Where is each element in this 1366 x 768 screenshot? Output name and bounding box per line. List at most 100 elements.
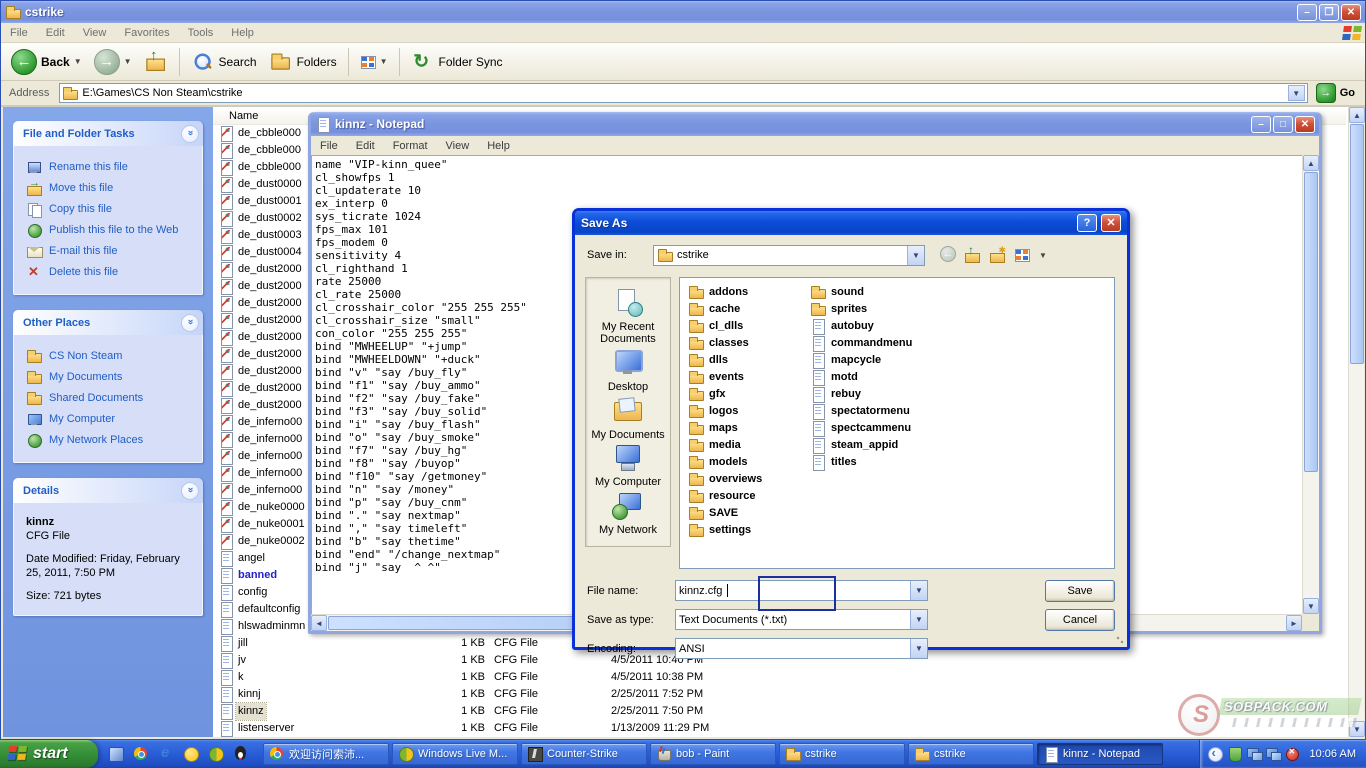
tray-clock[interactable]: 10:06 AM [1310,748,1356,760]
taskbar-button-cstrike[interactable]: cstrike [779,743,905,765]
go-button[interactable]: → Go [1312,83,1363,103]
dialog-file-item[interactable]: titles [810,453,912,470]
scrollbar-thumb[interactable] [1350,124,1364,364]
dialog-titlebar[interactable]: Save As ? ✕ [575,211,1127,235]
combo-dropdown-icon[interactable]: ▼ [910,581,927,600]
dialog-folder-item[interactable]: overviews [688,470,762,487]
resize-grip[interactable] [1112,632,1125,645]
maximize-button[interactable]: □ [1273,116,1293,133]
details-panel-header[interactable]: Details « [13,478,203,503]
encoding-combobox[interactable]: ANSI ▼ [675,638,928,659]
dialog-folder-item[interactable]: settings [688,521,762,538]
save-button[interactable]: Save [1045,580,1115,602]
quicklaunch-wmp-icon[interactable] [108,746,124,762]
dialog-folder-item[interactable]: models [688,453,762,470]
dialog-file-item[interactable]: steam_appid [810,436,912,453]
sidebar-item-cs-non-steam[interactable]: CS Non Steam [26,345,198,366]
view-menu-dropdown-icon[interactable]: ▼ [1039,251,1047,260]
dialog-file-item[interactable]: mapcycle [810,351,912,368]
dialog-file-item[interactable]: autobuy [810,317,912,334]
dialog-file-item[interactable]: spectatormenu [810,402,912,419]
places-panel-header[interactable]: Other Places « [13,310,203,335]
folders-button[interactable]: Folders [265,48,341,76]
address-input[interactable]: E:\Games\CS Non Steam\cstrike ▼ [59,83,1307,103]
sidebar-item-e-mail-this-file[interactable]: E-mail this file [26,240,198,261]
file-row[interactable]: listenserver1 KBCFG File1/13/2009 11:29 … [213,720,1346,737]
dialog-folder-item[interactable]: dlls [688,351,762,368]
notepad-titlebar[interactable]: kinnz - Notepad – □ ✕ [311,112,1319,136]
menu-tools[interactable]: Tools [179,24,223,42]
quicklaunch-ie-icon[interactable] [158,746,174,762]
tray-net-icon[interactable] [1265,746,1281,762]
collapse-chevron-icon[interactable]: « [181,125,199,143]
dialog-folder-item[interactable]: resource [688,487,762,504]
taskbar-button-counter-strike[interactable]: Counter-Strike [521,743,647,765]
file-row[interactable]: kinnj1 KBCFG File2/25/2011 7:52 PM [213,686,1346,703]
view-menu-icon[interactable] [1014,247,1030,263]
dialog-file-item[interactable]: motd [810,368,912,385]
collapse-chevron-icon[interactable]: « [181,482,199,500]
save-as-type-combobox[interactable]: Text Documents (*.txt) ▼ [675,609,928,630]
views-button[interactable]: ▼ [356,52,392,72]
combo-dropdown-icon[interactable]: ▼ [910,639,927,658]
tray-net-icon[interactable] [1246,746,1262,762]
close-button[interactable]: ✕ [1295,116,1315,133]
quicklaunch-qq-icon[interactable] [233,746,249,762]
file-name-input[interactable]: kinnz.cfg ▼ [675,580,928,601]
quicklaunch-chrome-icon[interactable] [133,746,149,762]
combo-dropdown-icon[interactable]: ▼ [910,610,927,629]
dialog-folder-item[interactable]: classes [688,334,762,351]
scroll-right-icon[interactable]: ► [1286,615,1302,631]
help-button[interactable]: ? [1077,214,1097,232]
sidebar-item-delete-this-file[interactable]: Delete this file [26,261,198,282]
scroll-up-icon[interactable]: ▲ [1349,107,1365,123]
scroll-down-icon[interactable]: ▼ [1303,598,1319,614]
dialog-folder-item[interactable]: media [688,436,762,453]
quicklaunch-smiley-icon[interactable] [183,746,199,762]
dialog-folder-item[interactable]: SAVE [688,504,762,521]
scroll-down-icon[interactable]: ▼ [1349,721,1365,737]
sidebar-item-shared-documents[interactable]: Shared Documents [26,387,198,408]
save-in-combobox[interactable]: cstrike ▼ [653,245,925,266]
collapse-chevron-icon[interactable]: « [181,314,199,332]
taskbar-button-kinnz-notepad[interactable]: kinnz - Notepad [1037,743,1163,765]
sidebar-item-my-computer[interactable]: My Computer [26,408,198,429]
minimize-button[interactable]: – [1297,4,1317,21]
dialog-folder-item[interactable]: logos [688,402,762,419]
dialog-folder-item[interactable]: maps [688,419,762,436]
places-bar-item-my-documents[interactable]: My Documents [588,396,668,441]
combo-dropdown-icon[interactable]: ▼ [907,246,924,265]
menu-favorites[interactable]: Favorites [115,24,178,42]
dialog-file-item[interactable]: commandmenu [810,334,912,351]
search-button[interactable]: Search [187,48,261,76]
tasks-panel-header[interactable]: File and Folder Tasks « [13,121,203,146]
menu-file[interactable]: File [311,137,347,155]
menu-file[interactable]: File [1,24,37,42]
menu-view[interactable]: View [74,24,116,42]
explorer-titlebar[interactable]: cstrike – ❐ ✕ [1,1,1365,23]
notepad-vertical-scrollbar[interactable]: ▲ ▼ [1302,155,1319,614]
cancel-button[interactable]: Cancel [1045,609,1115,631]
menu-view[interactable]: View [437,137,479,155]
dialog-file-item[interactable]: spectcammenu [810,419,912,436]
back-icon[interactable] [939,247,955,263]
up-one-level-icon[interactable] [964,247,980,263]
tray-chevron-icon[interactable] [1208,746,1224,762]
sidebar-item-my-network-places[interactable]: My Network Places [26,429,198,450]
file-row[interactable]: kinnz1 KBCFG File2/25/2011 7:50 PM [213,703,1346,720]
menu-format[interactable]: Format [384,137,437,155]
dialog-folder-item[interactable]: addons [688,283,762,300]
dialog-file-item[interactable]: rebuy [810,385,912,402]
dialog-folder-item[interactable]: events [688,368,762,385]
tray-alert-icon[interactable] [1284,746,1300,762]
new-folder-icon[interactable] [989,247,1005,263]
dialog-folder-item[interactable]: cl_dlls [688,317,762,334]
forward-button[interactable]: → ▼ [90,47,136,77]
dialog-folder-item[interactable]: sound [810,283,912,300]
menu-edit[interactable]: Edit [347,137,384,155]
address-dropdown-icon[interactable]: ▼ [1288,85,1305,101]
places-bar-item-my-recent-documents[interactable]: My Recent Documents [588,288,668,345]
taskbar-button-windows-live-m[interactable]: Windows Live M... [392,743,518,765]
places-bar-item-my-network[interactable]: My Network [588,491,668,536]
sidebar-item-rename-this-file[interactable]: Rename this file [26,156,198,177]
